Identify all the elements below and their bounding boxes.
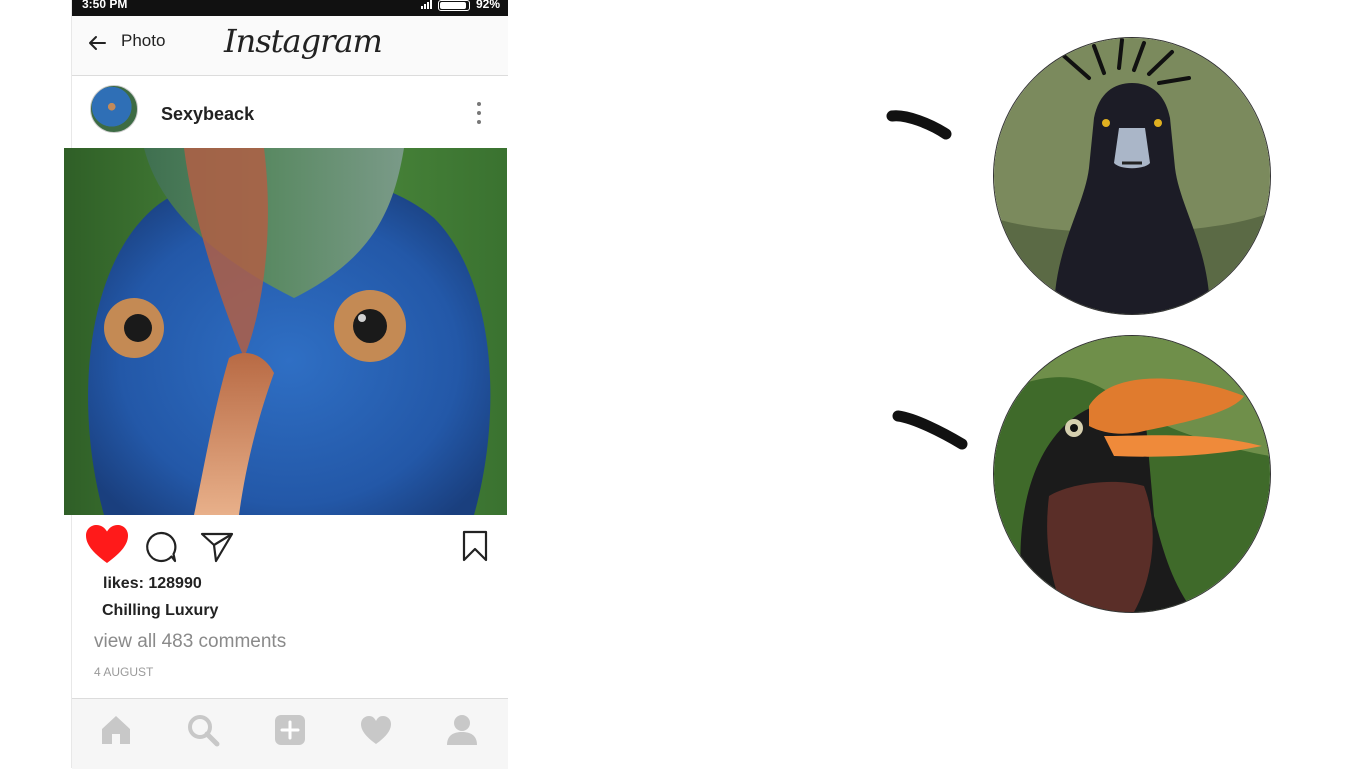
activity-heart-icon[interactable]	[359, 713, 393, 747]
marker-stroke	[892, 410, 968, 450]
post-photo[interactable]	[64, 148, 507, 515]
page-title: Photo	[121, 31, 166, 50]
bottom-nav	[72, 698, 508, 769]
avatar[interactable]	[90, 85, 138, 133]
profile-icon[interactable]	[445, 713, 479, 747]
hornbill-photo	[993, 335, 1271, 613]
post-caption: Chilling Luxury	[102, 602, 219, 619]
battery-percent: 92%	[475, 0, 500, 11]
post-actions	[72, 515, 508, 575]
bookmark-icon[interactable]	[462, 530, 488, 562]
post-date: 4 AUGUST	[94, 665, 154, 679]
view-comments-link[interactable]: view all 483 comments	[94, 631, 286, 653]
battery-icon	[437, 0, 470, 11]
signal-icon	[420, 0, 432, 9]
crested-duck-photo	[993, 37, 1271, 315]
post-username[interactable]: Sexybeack	[161, 104, 254, 125]
app-logo: Instagram	[224, 22, 383, 60]
arrow-left-icon[interactable]	[86, 32, 108, 54]
heart-filled-icon[interactable]	[84, 523, 130, 565]
status-bar: 3:50 PM 92%	[72, 0, 508, 16]
post-header: Sexybeack	[84, 76, 508, 146]
status-indicators: 92%	[420, 0, 500, 11]
send-icon[interactable]	[200, 531, 234, 563]
marker-stroke	[886, 110, 952, 140]
more-vertical-icon[interactable]	[476, 102, 482, 124]
comment-bubble-icon[interactable]	[144, 530, 178, 564]
status-time: 3:50 PM	[82, 0, 128, 11]
likes-count: likes: 128990	[103, 575, 202, 592]
add-post-icon[interactable]	[273, 713, 307, 747]
top-bar: Photo Instagram	[72, 16, 508, 76]
home-icon[interactable]	[99, 713, 133, 747]
search-icon[interactable]	[186, 713, 220, 747]
